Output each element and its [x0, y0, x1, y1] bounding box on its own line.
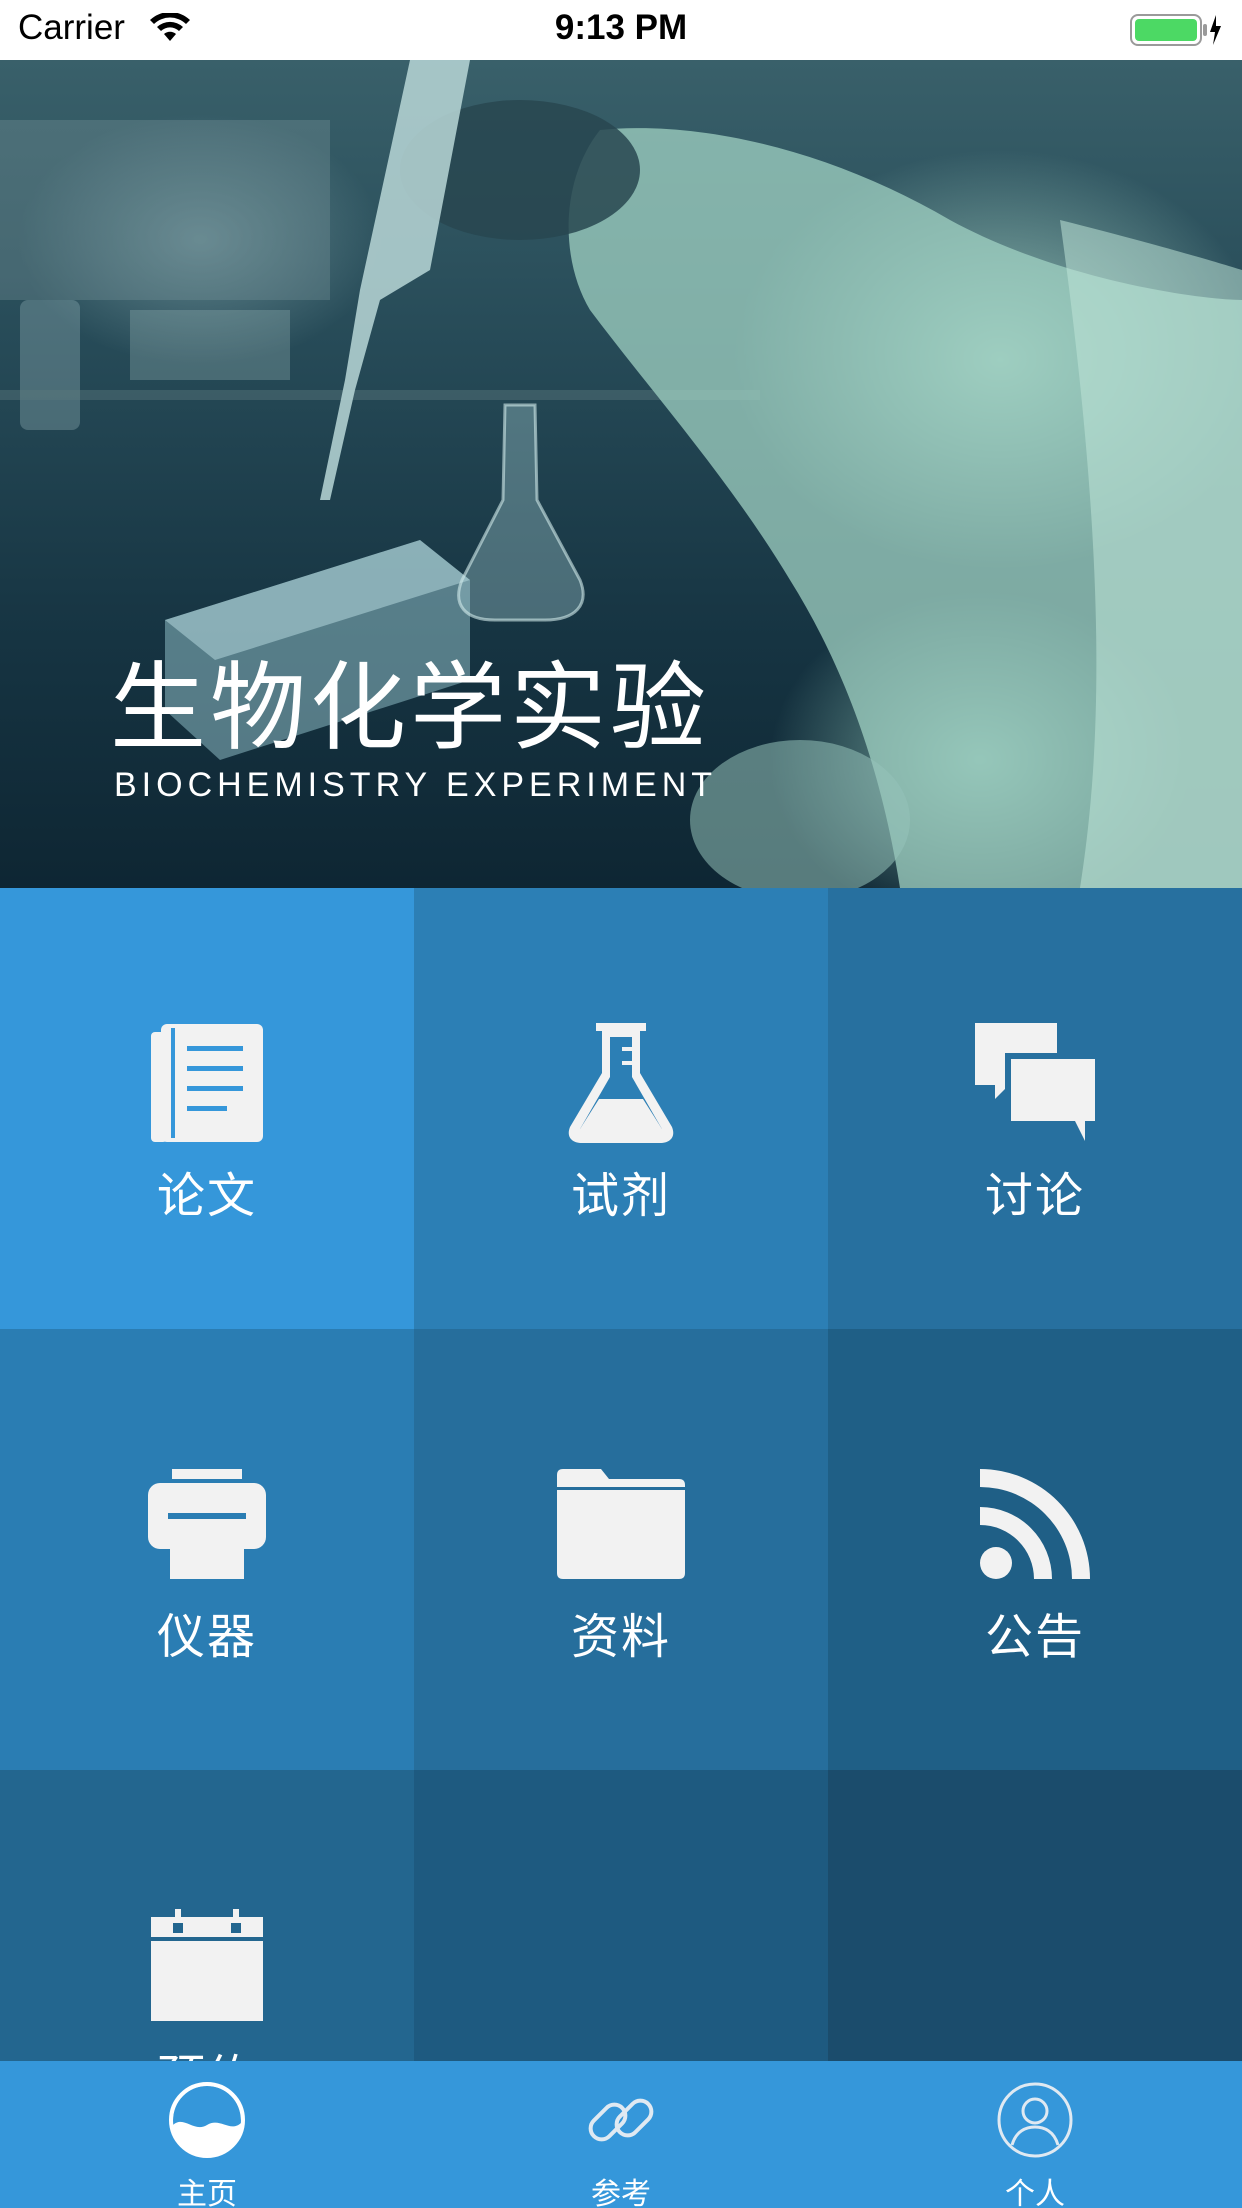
tile-materials[interactable]: 资料: [414, 1329, 828, 1770]
document-icon: [142, 1018, 272, 1148]
tab-label: 主页: [177, 2177, 237, 2208]
status-bar: Carrier 9:13 PM: [0, 0, 1242, 60]
tile-discussion[interactable]: 讨论: [828, 888, 1242, 1329]
rss-icon: [970, 1459, 1100, 1589]
link-icon: [582, 2081, 660, 2159]
tile-label: 仪器: [156, 1609, 257, 1665]
tile-papers[interactable]: 论文: [0, 888, 414, 1329]
user-icon: [996, 2081, 1074, 2159]
home-wave-icon: [168, 2081, 246, 2159]
wifi-icon: [150, 12, 190, 47]
tile-reagents[interactable]: 试剂: [414, 888, 828, 1329]
tile-instruments[interactable]: 仪器: [0, 1329, 414, 1770]
banner-title: 生物化学实验: [110, 652, 710, 764]
chat-bubbles-icon: [970, 1018, 1100, 1148]
tile-label: 论文: [156, 1168, 257, 1224]
printer-icon: [142, 1459, 272, 1589]
hero-banner: 生物化学实验 BIOCHEMISTRY EXPERIMENT: [0, 60, 1242, 888]
tile-label: 资料: [570, 1609, 671, 1665]
tile-label: 试剂: [570, 1168, 671, 1224]
calendar-icon: [142, 1900, 272, 2030]
banner-subtitle: BIOCHEMISTRY EXPERIMENT: [114, 766, 718, 804]
tab-profile[interactable]: 个人: [828, 2061, 1242, 2208]
tab-home[interactable]: 主页: [0, 2061, 414, 2208]
folder-icon: [556, 1459, 686, 1589]
tab-reference[interactable]: 参考: [414, 2061, 828, 2208]
tab-bar: 主页 参考 个人: [0, 2061, 1242, 2208]
tile-label: 公告: [984, 1609, 1085, 1665]
battery-icon: [1130, 13, 1222, 47]
flask-icon: [556, 1018, 686, 1148]
tab-label: 个人: [1005, 2177, 1065, 2208]
carrier-label: Carrier: [18, 8, 125, 47]
tab-label: 参考: [591, 2177, 651, 2208]
feature-grid: 论文 试剂 讨论 仪器 资料 公告: [0, 888, 1242, 2208]
tile-label: 讨论: [984, 1168, 1085, 1224]
tile-announcements[interactable]: 公告: [828, 1329, 1242, 1770]
